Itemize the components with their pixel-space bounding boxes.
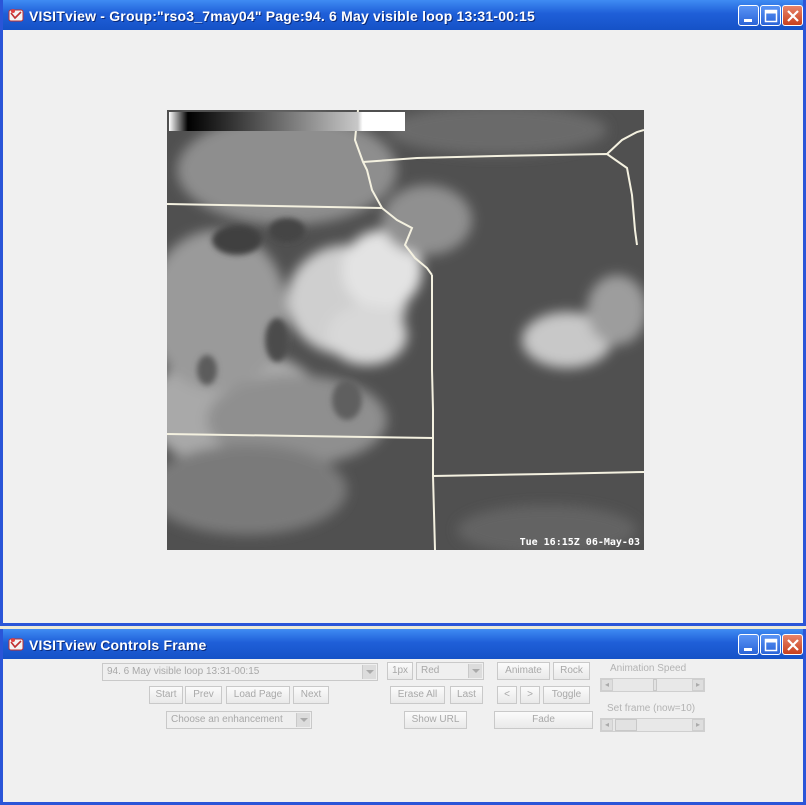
animate-button[interactable]: Animate xyxy=(497,662,550,680)
color-select-value: Red xyxy=(421,665,440,676)
main-window-title: VISITview - Group:"rso3_7may04" Page:94.… xyxy=(29,8,536,24)
slider-thumb[interactable] xyxy=(653,679,657,691)
maximize-icon xyxy=(764,638,778,652)
prev-button[interactable]: Prev xyxy=(185,686,222,704)
image-timestamp: Tue 16:15Z 06-May-03 xyxy=(519,537,640,548)
chevron-down-icon xyxy=(468,664,482,678)
fade-button[interactable]: Fade xyxy=(494,711,593,729)
minimize-icon xyxy=(744,19,752,22)
close-button[interactable] xyxy=(782,634,803,655)
enhancement-select[interactable]: Choose an enhancement xyxy=(166,711,312,729)
main-window: VISITview - Group:"rso3_7may04" Page:94.… xyxy=(0,0,806,626)
controls-window: VISITview Controls Frame 94. 6 May visib… xyxy=(0,629,806,805)
animation-speed-slider[interactable]: ◂ ▸ xyxy=(600,678,705,692)
satellite-image-graphic xyxy=(167,110,644,550)
start-button[interactable]: Start xyxy=(149,686,183,704)
line-width-button[interactable]: 1px xyxy=(387,662,413,680)
set-frame-label: Set frame (now=10) xyxy=(607,703,696,714)
app-icon xyxy=(8,638,24,651)
step-back-button[interactable]: < xyxy=(497,686,517,704)
main-title-bar[interactable]: VISITview - Group:"rso3_7may04" Page:94.… xyxy=(3,0,803,30)
slider-thumb[interactable] xyxy=(615,719,637,731)
step-forward-button[interactable]: > xyxy=(520,686,540,704)
close-button[interactable] xyxy=(782,5,803,26)
chevron-down-icon xyxy=(296,713,310,727)
show-url-button[interactable]: Show URL xyxy=(404,711,467,729)
rock-button[interactable]: Rock xyxy=(553,662,590,680)
page-select-value: 94. 6 May visible loop 13:31-00:15 xyxy=(107,666,260,677)
load-page-button[interactable]: Load Page xyxy=(226,686,290,704)
color-select[interactable]: Red xyxy=(416,662,484,680)
slider-right-arrow-icon[interactable]: ▸ xyxy=(692,719,704,731)
toggle-button[interactable]: Toggle xyxy=(543,686,590,704)
minimize-button[interactable] xyxy=(738,5,759,26)
next-button[interactable]: Next xyxy=(293,686,329,704)
controls-window-title: VISITview Controls Frame xyxy=(29,637,207,653)
satellite-image[interactable]: Tue 16:15Z 06-May-03 xyxy=(167,110,644,550)
maximize-button[interactable] xyxy=(760,5,781,26)
chevron-down-icon xyxy=(362,665,376,679)
slider-right-arrow-icon[interactable]: ▸ xyxy=(692,679,704,691)
maximize-icon xyxy=(764,9,778,23)
close-icon xyxy=(787,639,799,651)
app-icon xyxy=(8,9,24,22)
slider-left-arrow-icon[interactable]: ◂ xyxy=(601,719,613,731)
animation-speed-label: Animation Speed xyxy=(610,663,687,674)
minimize-button[interactable] xyxy=(738,634,759,655)
erase-all-button[interactable]: Erase All xyxy=(390,686,445,704)
controls-title-bar[interactable]: VISITview Controls Frame xyxy=(3,629,803,659)
minimize-icon xyxy=(744,648,752,651)
last-button[interactable]: Last xyxy=(450,686,483,704)
close-icon xyxy=(787,10,799,22)
set-frame-slider[interactable]: ◂ ▸ xyxy=(600,718,705,732)
page-select[interactable]: 94. 6 May visible loop 13:31-00:15 xyxy=(102,663,378,681)
enhancement-select-value: Choose an enhancement xyxy=(171,714,283,725)
slider-left-arrow-icon[interactable]: ◂ xyxy=(601,679,613,691)
maximize-button[interactable] xyxy=(760,634,781,655)
